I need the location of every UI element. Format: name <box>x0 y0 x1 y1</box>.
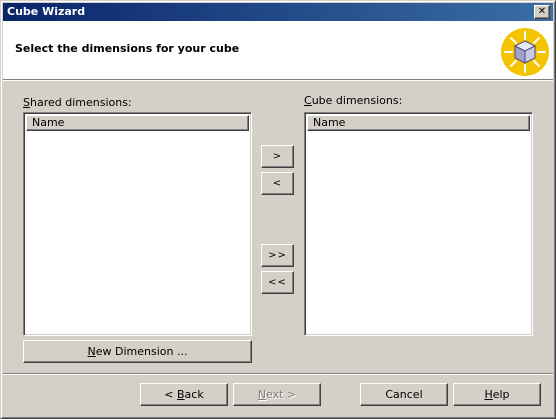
remove-one-button[interactable]: < <box>261 172 294 195</box>
cube-dimensions-label: Cube dimensions: <box>304 94 403 107</box>
next-button[interactable]: Next > <box>233 383 321 406</box>
close-button[interactable]: ✕ <box>534 5 550 19</box>
window-title: Cube Wizard <box>7 5 86 18</box>
remove-all-button[interactable]: << <box>261 271 294 294</box>
add-all-button[interactable]: >> <box>261 244 294 267</box>
back-button[interactable]: < Back <box>140 383 228 406</box>
help-button[interactable]: Help <box>453 383 541 406</box>
cube-icon <box>501 28 549 76</box>
shared-column-header-name[interactable]: Name <box>26 115 249 131</box>
add-one-button[interactable]: > <box>261 145 294 168</box>
cancel-button[interactable]: Cancel <box>360 383 448 406</box>
footer-divider <box>3 373 553 375</box>
new-dimension-button[interactable]: New Dimension ... <box>23 340 252 363</box>
cube-wizard-dialog: Cube Wizard ✕ Select the dimensions for … <box>0 0 556 419</box>
page-heading: Select the dimensions for your cube <box>15 42 240 55</box>
wizard-header: Select the dimensions for your cube <box>3 21 553 79</box>
close-icon: ✕ <box>537 6 547 17</box>
header-divider <box>3 79 553 81</box>
cube-dimensions-list[interactable]: Name <box>304 112 533 336</box>
shared-dimensions-label: Shared dimensions: <box>23 96 132 109</box>
cube-column-header-name[interactable]: Name <box>307 115 530 131</box>
shared-dimensions-list[interactable]: Name <box>23 112 252 336</box>
title-bar[interactable]: Cube Wizard ✕ <box>3 3 553 21</box>
